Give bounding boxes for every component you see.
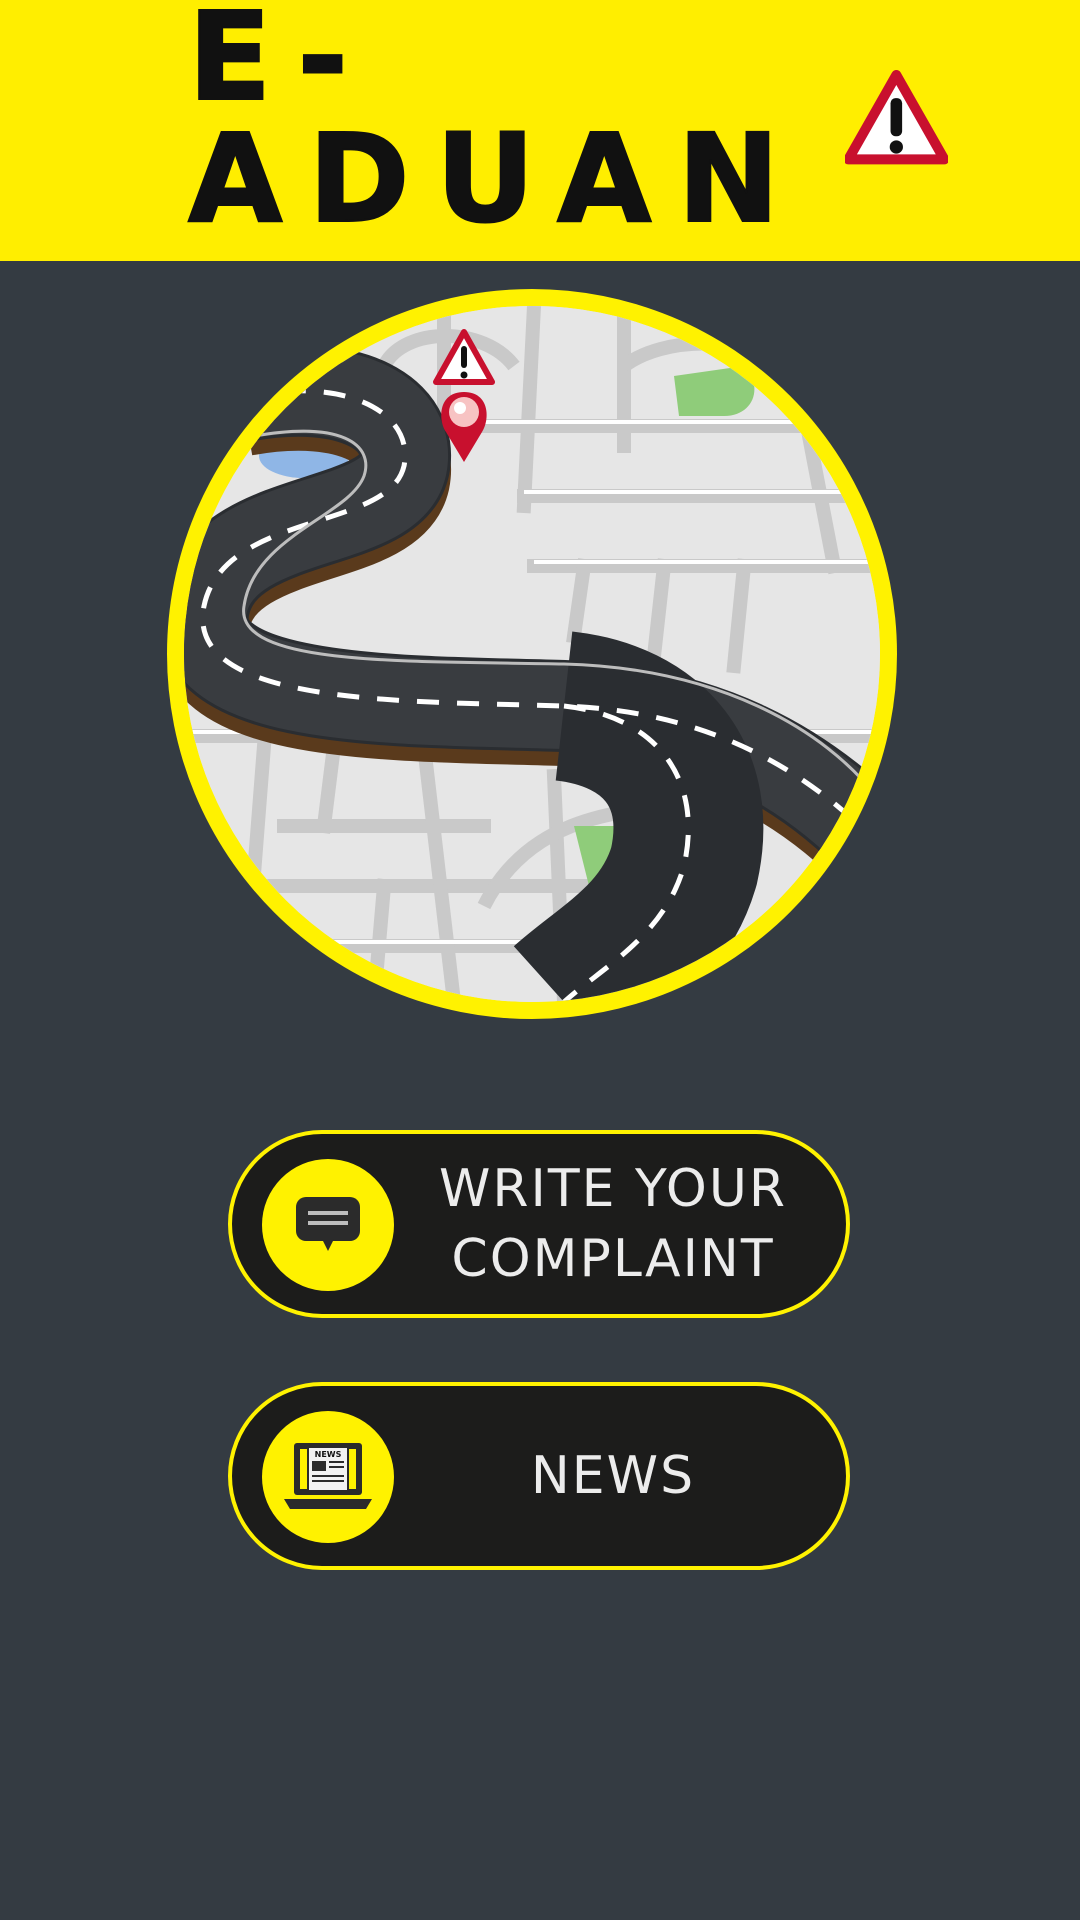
app-title: E-ADUAN [187,0,806,250]
app-header: E-ADUAN [0,0,1080,261]
write-complaint-line1: WRITE YOUR [438,1159,788,1219]
warning-triangle-icon [845,69,948,165]
app-logo: E-ADUAN [187,0,948,241]
news-icon-text: NEWS [315,1450,342,1459]
newspaper-laptop-icon: NEWS [262,1411,394,1543]
write-complaint-button[interactable]: WRITE YOUR COMPLAINT [228,1130,850,1318]
write-complaint-line2: COMPLAINT [451,1229,775,1289]
road-map-illustration [184,306,880,1002]
hero-illustration [184,306,880,1002]
write-complaint-label: WRITE YOUR COMPLAINT [410,1134,816,1314]
news-label: NEWS [530,1446,696,1506]
chat-message-icon [262,1159,394,1291]
news-button[interactable]: NEWS NEWS [228,1382,850,1570]
